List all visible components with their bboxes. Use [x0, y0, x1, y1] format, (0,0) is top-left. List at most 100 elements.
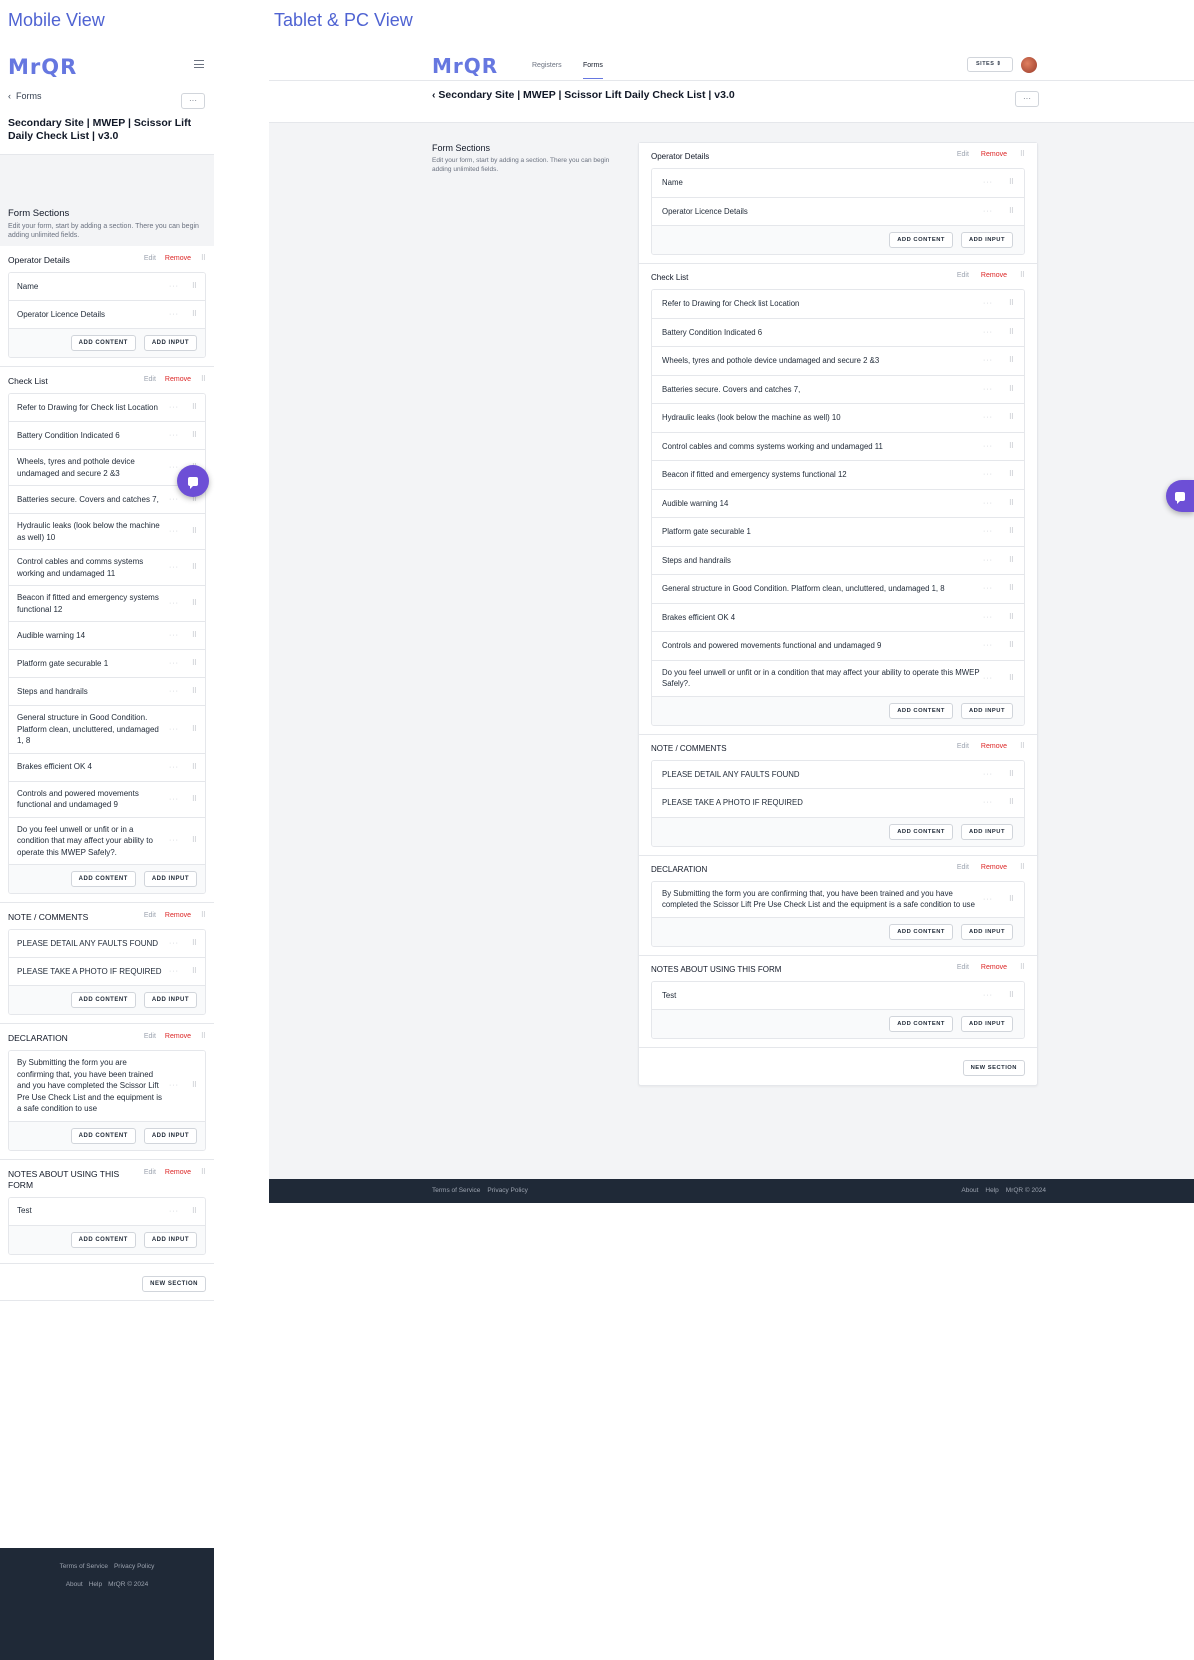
drag-handle-icon[interactable]: ⠿ — [191, 496, 197, 503]
field-row[interactable]: Controls and powered movements functiona… — [652, 632, 1024, 661]
remove-link[interactable]: Remove — [981, 272, 1007, 279]
field-menu-icon[interactable]: ··· — [165, 837, 183, 844]
field-menu-icon[interactable]: ··· — [980, 896, 996, 903]
add-input-button[interactable]: ADD INPUT — [960, 232, 1013, 248]
terms-link[interactable]: Terms of Service — [432, 1187, 480, 1194]
field-menu-icon[interactable]: ··· — [165, 796, 183, 803]
drag-handle-icon[interactable]: ⠿ — [1008, 799, 1014, 806]
remove-link[interactable]: Remove — [981, 743, 1007, 750]
field-menu-icon[interactable]: ··· — [165, 968, 183, 975]
brand-logo[interactable]: MrQR — [8, 55, 77, 79]
field-row[interactable]: Batteries secure. Covers and catches 7, ·… — [652, 375, 1024, 404]
field-row[interactable]: Name ··· ⠿ — [652, 169, 1024, 198]
field-row[interactable]: Controls and powered movements functiona… — [9, 781, 205, 818]
drag-handle-icon[interactable]: ⠿ — [1008, 300, 1014, 307]
add-input-button[interactable]: ADD INPUT — [960, 923, 1013, 940]
field-row[interactable]: By Submitting the form you are confirmin… — [9, 1051, 205, 1122]
field-menu-icon[interactable]: ··· — [980, 471, 996, 478]
drag-handle-icon[interactable]: ⠿ — [191, 1208, 197, 1215]
field-menu-icon[interactable]: ··· — [980, 642, 996, 649]
field-menu-icon[interactable]: ··· — [980, 557, 996, 564]
drag-handle-icon[interactable]: ⠿ — [200, 1033, 206, 1040]
privacy-link[interactable]: Privacy Policy — [114, 1563, 154, 1570]
field-menu-icon[interactable]: ··· — [165, 1082, 183, 1089]
field-row[interactable]: PLEASE TAKE A PHOTO IF REQUIRED ··· ⠿ — [652, 789, 1024, 818]
add-input-button[interactable]: ADD INPUT — [143, 1231, 197, 1248]
field-menu-icon[interactable]: ··· — [980, 675, 996, 682]
drag-handle-icon[interactable]: ⠿ — [200, 912, 206, 919]
field-row[interactable]: Platform gate securable 1 ··· ⠿ — [9, 650, 205, 678]
add-content-button[interactable]: ADD CONTENT — [889, 232, 953, 248]
drag-handle-icon[interactable]: ⠿ — [1008, 992, 1014, 999]
privacy-link[interactable]: Privacy Policy — [487, 1187, 527, 1194]
drag-handle-icon[interactable]: ⠿ — [191, 726, 197, 733]
field-menu-icon[interactable]: ··· — [165, 600, 183, 607]
help-link[interactable]: Help — [985, 1187, 998, 1194]
edit-link[interactable]: Edit — [144, 1169, 156, 1176]
field-row[interactable]: Do you feel unwell or unfit or in a cond… — [652, 660, 1024, 697]
field-row[interactable]: Control cables and comms systems working… — [652, 432, 1024, 461]
field-row[interactable]: Do you feel unwell or unfit or in a cond… — [9, 817, 205, 865]
field-menu-icon[interactable]: ··· — [165, 764, 183, 771]
drag-handle-icon[interactable]: ⠿ — [1019, 272, 1025, 279]
brand-logo[interactable]: MrQR — [432, 54, 498, 78]
field-menu-icon[interactable]: ··· — [980, 443, 996, 450]
field-row[interactable]: Name ··· ⠿ — [9, 273, 205, 301]
remove-link[interactable]: Remove — [165, 1169, 191, 1176]
field-menu-icon[interactable]: ··· — [980, 585, 996, 592]
field-menu-icon[interactable]: ··· — [980, 992, 996, 999]
chat-button[interactable] — [1166, 480, 1194, 512]
drag-handle-icon[interactable]: ⠿ — [1008, 208, 1014, 215]
edit-link[interactable]: Edit — [144, 376, 156, 383]
field-row[interactable]: Wheels, tyres and pothole device undamag… — [652, 347, 1024, 376]
help-link[interactable]: Help — [89, 1581, 102, 1588]
field-menu-icon[interactable]: ··· — [980, 179, 996, 186]
drag-handle-icon[interactable]: ⠿ — [1008, 771, 1014, 778]
add-content-button[interactable]: ADD CONTENT — [70, 992, 136, 1008]
field-menu-icon[interactable]: ··· — [165, 688, 183, 695]
field-row[interactable]: Refer to Drawing for Check list Location… — [9, 394, 205, 422]
field-row[interactable]: Batteries secure. Covers and catches 7, ·… — [9, 486, 205, 514]
drag-handle-icon[interactable]: ⠿ — [191, 764, 197, 771]
field-row[interactable]: Test ··· ⠿ — [9, 1197, 205, 1226]
field-row[interactable]: Operator Licence Details ··· ⠿ — [652, 197, 1024, 226]
drag-handle-icon[interactable]: ⠿ — [1008, 329, 1014, 336]
field-row[interactable]: Steps and handrails ··· ⠿ — [652, 546, 1024, 575]
field-menu-icon[interactable]: ··· — [980, 386, 996, 393]
field-menu-icon[interactable]: ··· — [165, 311, 183, 318]
drag-handle-icon[interactable]: ⠿ — [1008, 443, 1014, 450]
edit-link[interactable]: Edit — [144, 912, 156, 919]
add-content-button[interactable]: ADD CONTENT — [70, 871, 136, 887]
field-row[interactable]: Test ··· ⠿ — [652, 981, 1024, 1010]
field-row[interactable]: Control cables and comms systems working… — [9, 550, 205, 586]
add-content-button[interactable]: ADD CONTENT — [70, 1127, 136, 1144]
terms-link[interactable]: Terms of Service — [60, 1563, 108, 1570]
drag-handle-icon[interactable]: ⠿ — [191, 940, 197, 947]
drag-handle-icon[interactable]: ⠿ — [1008, 557, 1014, 564]
avatar[interactable] — [1021, 57, 1037, 73]
field-menu-icon[interactable]: ··· — [165, 283, 183, 290]
edit-link[interactable]: Edit — [957, 964, 969, 971]
drag-handle-icon[interactable]: ⠿ — [1008, 414, 1014, 421]
drag-handle-icon[interactable]: ⠿ — [191, 660, 197, 667]
field-row[interactable]: Audible warning 14 ··· ⠿ — [9, 622, 205, 650]
about-link[interactable]: About — [961, 1187, 978, 1194]
edit-link[interactable]: Edit — [144, 255, 156, 262]
field-row[interactable]: Battery Condition Indicated 6 ··· ⠿ — [9, 422, 205, 450]
remove-link[interactable]: Remove — [165, 912, 191, 919]
add-input-button[interactable]: ADD INPUT — [960, 823, 1013, 840]
sites-dropdown[interactable]: SITES ⇕ — [967, 57, 1013, 72]
field-menu-icon[interactable]: ··· — [165, 660, 183, 667]
edit-link[interactable]: Edit — [957, 864, 969, 871]
drag-handle-icon[interactable]: ⠿ — [1008, 386, 1014, 393]
add-content-button[interactable]: ADD CONTENT — [889, 702, 953, 719]
field-menu-icon[interactable]: ··· — [165, 1208, 183, 1215]
drag-handle-icon[interactable]: ⠿ — [191, 600, 197, 607]
field-menu-icon[interactable]: ··· — [165, 632, 183, 639]
drag-handle-icon[interactable]: ⠿ — [191, 688, 197, 695]
add-input-button[interactable]: ADD INPUT — [143, 1127, 197, 1144]
field-row[interactable]: Battery Condition Indicated 6 ··· ⠿ — [652, 318, 1024, 347]
field-menu-icon[interactable]: ··· — [165, 726, 183, 733]
drag-handle-icon[interactable]: ⠿ — [200, 1169, 206, 1176]
drag-handle-icon[interactable]: ⠿ — [1008, 357, 1014, 364]
